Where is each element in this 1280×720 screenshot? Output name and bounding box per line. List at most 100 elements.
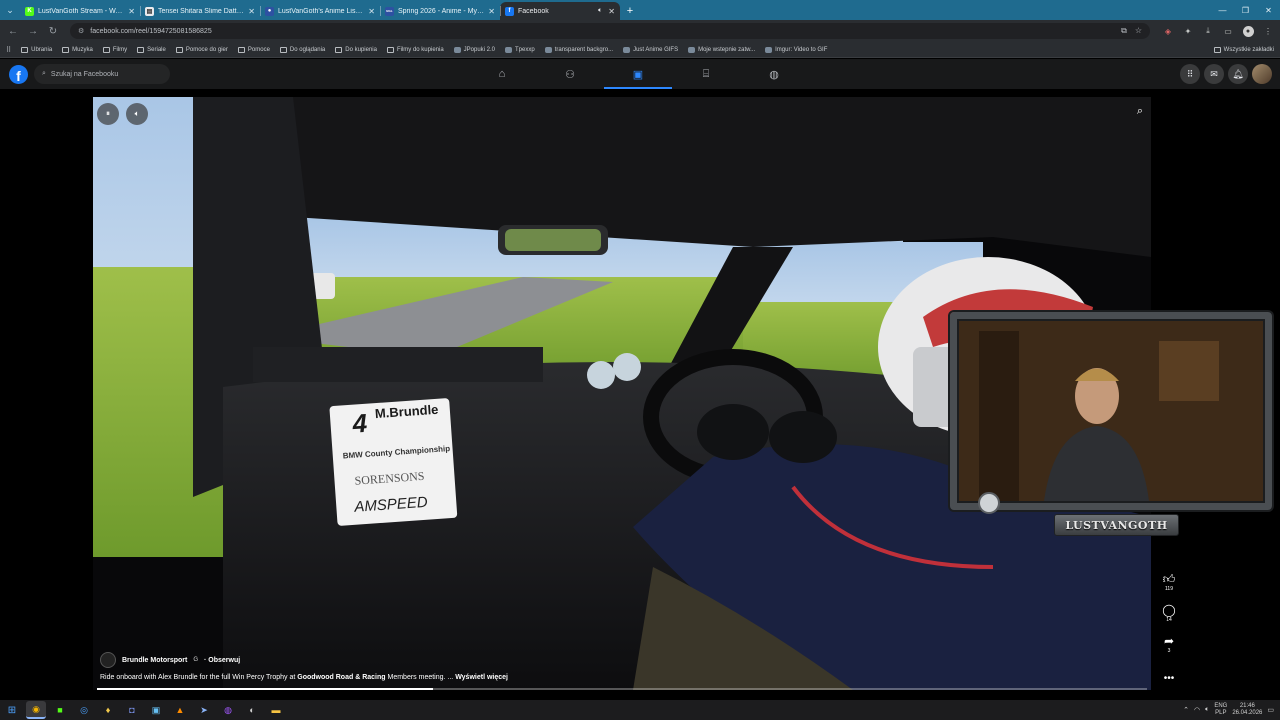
pause-icon[interactable]: ⏸ [97,103,119,125]
volume-icon[interactable]: 🔈︎ [126,103,148,125]
messenger-icon[interactable]: ✉ [1204,64,1224,84]
tab-favicon-icon: f [505,6,514,16]
video-progress-bar[interactable] [97,688,1147,690]
forward-icon[interactable]: → [24,22,42,40]
notifications-icon[interactable]: ▭ [1267,706,1274,714]
telegram-icon[interactable]: ➤ [194,701,214,719]
tab-close-icon[interactable]: ✕ [488,7,495,16]
bookmark-label: Do oglądania [289,46,326,53]
author-avatar[interactable] [100,652,116,668]
profile-icon[interactable]: ● [1240,23,1256,39]
bookmark-star-icon[interactable]: ☆ [1135,26,1142,36]
system-tray: ⌃ ◠ 🔈︎ ENG PLP 21:46 26.04.2026 ▭ [1183,703,1280,717]
maximize-icon[interactable]: ❐ [1234,0,1257,20]
bookmark-item[interactable]: Ubrania [21,46,52,53]
taskbar-apps: ◉ ■ ◎ ♦ ◘ ▣ ▲ ➤ ◍ ◐ ▬ [26,701,286,719]
all-bookmarks-folder[interactable]: Wszystkie zakładki [1213,46,1274,53]
tab-group-icon[interactable]: ▭ [1220,23,1236,39]
downloads-icon[interactable]: ⤓ [1200,23,1216,39]
share-button[interactable]: ➦ 3 [1164,634,1174,661]
minimize-icon[interactable]: — [1211,0,1234,20]
home-icon[interactable]: ⌂ [468,59,536,89]
browser-tab[interactable]: ● LustVanGoth's Anime List - My ✕ [260,2,380,20]
language-indicator[interactable]: ENG PLP [1214,703,1227,717]
video-search-icon[interactable]: ⌕ [1137,105,1143,118]
address-bar[interactable]: ⚙ facebook.com/reel/1594725081586825 ⧉ ☆ [70,23,1150,39]
streamer-webcam-overlay [950,312,1272,514]
bookmark-item[interactable]: Pomoce do gier [175,46,228,53]
browser-menu-icon[interactable]: ⋮ [1260,23,1276,39]
browser-tab[interactable]: f Facebook 🔈︎ ✕ [500,2,620,20]
tab-close-icon[interactable]: ✕ [608,7,615,16]
video-icon[interactable]: ▣ [604,59,672,89]
facebook-search-input[interactable]: ⌕ Szukaj na Facebooku [34,64,170,84]
bookmark-item[interactable]: Imgur: Video to GIF [765,46,827,53]
steam-icon[interactable]: ▣ [146,701,166,719]
bookmark-item[interactable]: Moje wstepnie zatw... [688,46,755,53]
clock-date: 26.04.2026 [1232,710,1263,716]
reload-icon[interactable]: ↻ [44,22,62,40]
bookmark-item[interactable]: Filmy [102,46,127,53]
kick-app-icon[interactable]: ■ [50,701,70,719]
tab-audio-icon[interactable]: 🔈︎ [598,7,602,15]
like-button[interactable]: 👍︎ 119 [1163,572,1176,599]
network-icon[interactable]: ◠ [1194,706,1200,714]
clock[interactable]: 21:46 26.04.2026 [1232,703,1262,717]
window-controls: — ❐ ✕ [1211,0,1280,20]
tab-close-icon[interactable]: ✕ [248,7,255,16]
close-window-icon[interactable]: ✕ [1257,0,1280,20]
extension-icon[interactable]: ◈ [1160,23,1176,39]
vlc-icon[interactable]: ▲ [170,701,190,719]
new-tab-button[interactable]: + [620,2,640,20]
groups-icon[interactable]: ◍ [740,59,808,89]
site-favicon-icon [505,46,513,53]
back-icon[interactable]: ← [4,22,22,40]
account-avatar[interactable] [1252,64,1272,84]
see-more-link[interactable]: Wyświetl więcej [455,674,508,681]
folder-icon [386,46,394,53]
tab-close-icon[interactable]: ✕ [368,7,375,16]
app-icon-2[interactable]: ◐ [242,701,262,719]
menu-grid-icon[interactable]: ⠿ [1180,64,1200,84]
windows-start-icon[interactable]: ⊞ [0,700,24,720]
obs-icon[interactable]: ◍ [218,701,238,719]
chrome-icon[interactable]: ◉ [26,701,46,719]
apps-grid-icon[interactable]: ⠿ [6,46,11,54]
file-explorer-icon[interactable]: ▬ [266,701,286,719]
browser-tab[interactable]: K LustVanGoth Stream - Watch L ✕ [20,2,140,20]
facebook-main-nav: ⌂ ⚇ ▣ ⌸ ◍ [468,59,808,89]
bookmark-item[interactable]: Muzyka [62,46,93,53]
notifications-bell-icon[interactable]: 🔔︎ [1228,64,1248,84]
browser-tab-strip: ⌄ K LustVanGoth Stream - Watch L ✕ ▤ Tensei … [0,0,1280,20]
follow-button[interactable]: · Obserwuj [204,657,240,664]
bookmark-item[interactable]: Do kupienia [335,46,377,53]
volume-tray-icon[interactable]: 🔈︎ [1205,706,1209,714]
friends-icon[interactable]: ⚇ [536,59,604,89]
browser-tab[interactable]: ▤ Tensei Shitara Slime Datta Ken ✕ [140,2,260,20]
tab-close-icon[interactable]: ✕ [128,7,135,16]
site-info-icon[interactable]: ⚙ [78,27,84,35]
tray-icon[interactable]: ⌃ [1183,706,1189,714]
url-text[interactable]: facebook.com/reel/1594725081586825 [90,28,1115,35]
bookmark-label: Do kupienia [345,46,377,53]
tab-search-icon[interactable]: ⌄ [0,0,20,20]
bookmark-item[interactable]: Do oglądania [279,46,326,53]
bookmark-item[interactable]: Just Anime GIFS [623,46,678,53]
browser-tab[interactable]: MAL Spring 2026 - Anime - MyAnim ✕ [380,2,500,20]
app-icon[interactable]: ♦ [98,701,118,719]
comment-button[interactable]: ◯ 14 [1162,603,1175,630]
facebook-logo-icon[interactable]: f [9,64,28,84]
extensions-puzzle-icon[interactable]: ✦ [1180,23,1196,39]
browser-app-icon[interactable]: ◎ [74,701,94,719]
author-name[interactable]: Brundle Motorsport [122,657,187,664]
more-options-icon[interactable]: ••• [1164,673,1175,684]
bookmark-item[interactable]: Seriale [137,46,166,53]
bookmark-item[interactable]: transparent backgro... [544,46,613,53]
discord-icon[interactable]: ◘ [122,701,142,719]
marketplace-icon[interactable]: ⌸ [672,59,740,89]
bookmark-item[interactable]: Pomoce [237,46,270,53]
bookmark-item[interactable]: Tpexxp [505,46,535,53]
install-app-icon[interactable]: ⧉ [1121,26,1127,36]
bookmark-item[interactable]: Filmy do kupienia [386,46,444,53]
bookmark-item[interactable]: JPopuki 2.0 [453,46,495,53]
